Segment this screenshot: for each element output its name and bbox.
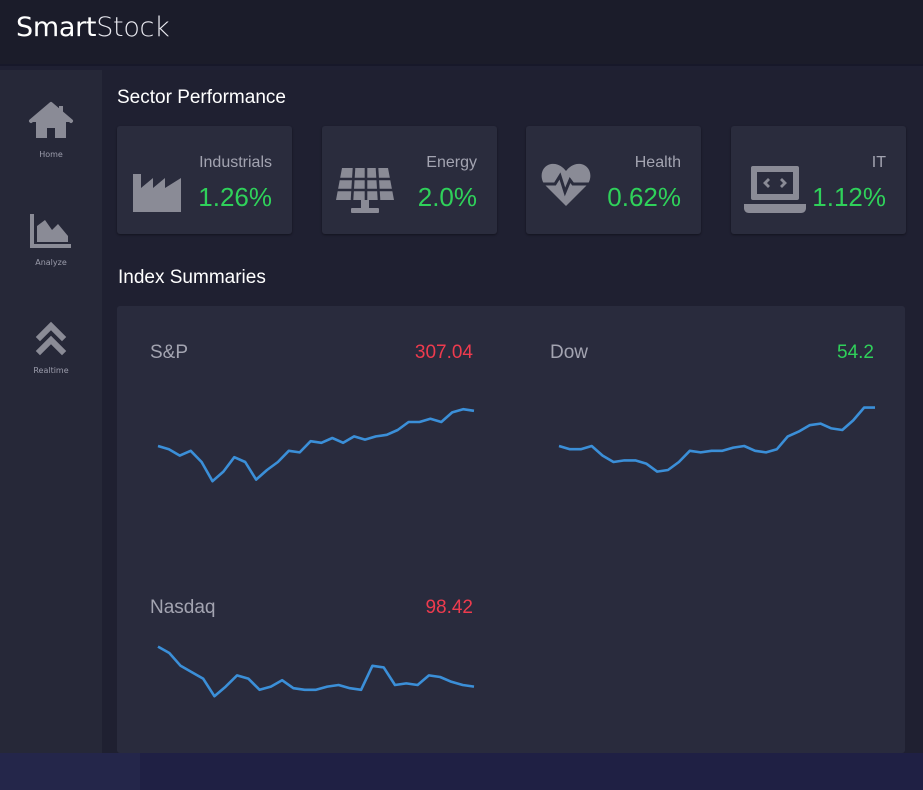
brand-strong: Smart — [16, 12, 97, 43]
factory-icon — [133, 174, 181, 212]
sidebar-item-realtime[interactable]: Realtime — [0, 314, 102, 404]
sector-card-health[interactable]: Health 0.62% — [526, 126, 701, 234]
sector-name: Energy — [426, 154, 477, 171]
index-value-dow: 54.2 — [837, 342, 874, 363]
index-summaries-title: Index Summaries — [118, 267, 266, 288]
index-name-dow: Dow — [550, 342, 589, 363]
sp-line — [157, 407, 475, 483]
sidebar-item-label: Home — [39, 150, 63, 159]
bottom-bar-segment — [0, 753, 140, 790]
sidebar-item-home[interactable]: Home — [0, 98, 102, 188]
sidebar-item-label: Realtime — [33, 366, 69, 375]
heartbeat-icon — [541, 163, 591, 206]
sidebar-item-analyze[interactable]: Analyze — [0, 206, 102, 296]
index-summaries-panel: S&P 307.04 Dow 54.2 Nasdaq 98.42 — [117, 306, 905, 753]
index-name-nasdaq: Nasdaq — [150, 597, 216, 618]
sector-value: 0.62% — [607, 182, 681, 212]
sector-name: Industrials — [199, 154, 272, 171]
top-bar: SmartStock — [0, 0, 923, 66]
brand-light: Stock — [96, 12, 170, 43]
home-icon — [29, 102, 73, 138]
sector-name: IT — [871, 154, 886, 171]
index-value-sp: 307.04 — [414, 342, 473, 363]
app-logo[interactable]: SmartStock — [16, 12, 170, 43]
sector-value: 1.26% — [198, 182, 272, 212]
sector-name: Health — [634, 154, 681, 171]
sector-value: 2.0% — [417, 182, 477, 212]
sector-card-energy[interactable]: Energy 2.0% — [322, 126, 497, 234]
double-chevron-up-icon — [35, 321, 67, 356]
bottom-bar — [0, 753, 923, 790]
index-name-sp: S&P — [150, 342, 189, 363]
main-content: Sector Performance Industrials 1.26% Ene… — [102, 70, 923, 753]
solar-panel-icon — [336, 167, 394, 213]
sector-card-industrials[interactable]: Industrials 1.26% — [117, 126, 292, 234]
sector-card-it[interactable]: IT 1.12% — [731, 126, 906, 234]
dow-line — [558, 406, 875, 473]
sidebar-item-label: Analyze — [35, 258, 67, 267]
sector-value: 1.12% — [812, 182, 886, 212]
sp-sparkline[interactable] — [157, 366, 475, 526]
area-chart-icon — [30, 214, 71, 248]
sidebar: Home Analyze Realtime — [0, 70, 102, 753]
dow-sparkline[interactable] — [558, 366, 875, 526]
nasdaq-line — [157, 645, 475, 698]
sector-performance-title: Sector Performance — [117, 87, 286, 108]
laptop-code-icon — [744, 166, 806, 213]
index-value-nasdaq: 98.42 — [425, 597, 473, 618]
